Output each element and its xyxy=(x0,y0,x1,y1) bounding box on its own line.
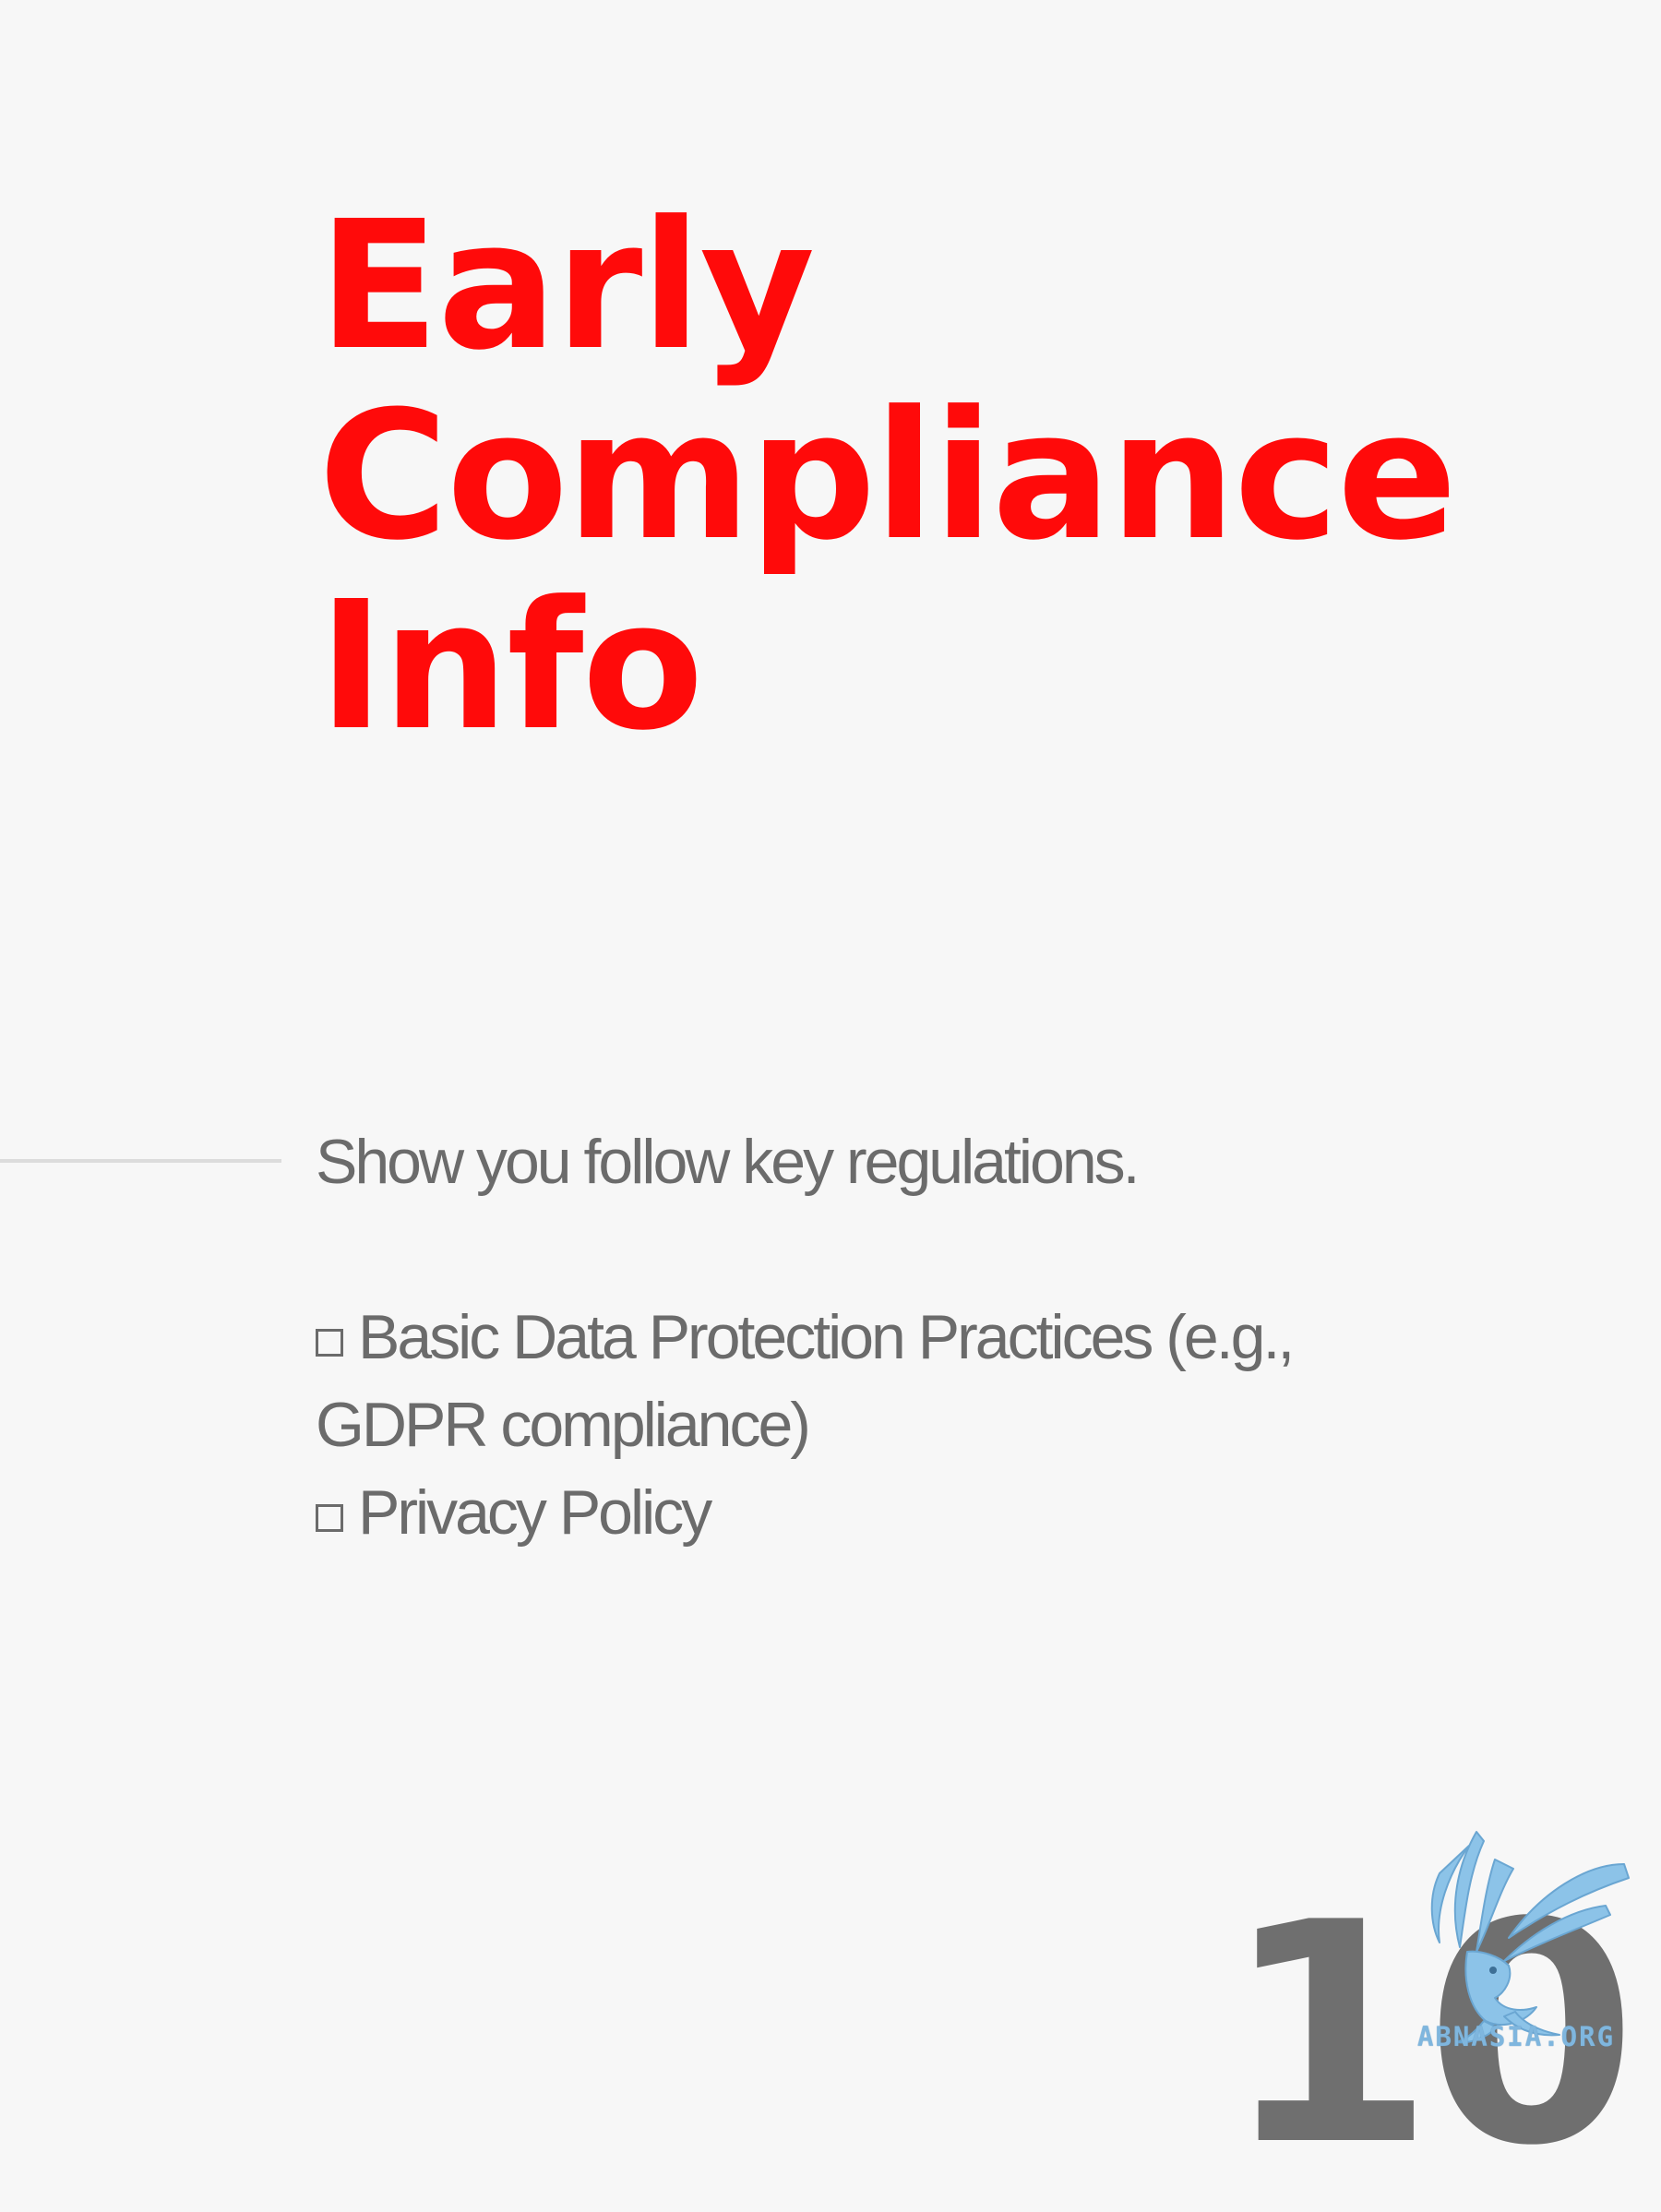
title-line-1: Early xyxy=(318,184,815,389)
title-line-2: Compliance xyxy=(318,374,1457,580)
body-text: Show you follow key regulations. Basic D… xyxy=(316,1118,1423,1557)
divider-line xyxy=(0,1159,281,1163)
checklist-item-label: Basic Data Protection Practices (e.g., G… xyxy=(316,1302,1295,1460)
page-title: Early Compliance Info xyxy=(318,184,1457,770)
checkbox-icon xyxy=(316,1504,343,1532)
checklist-item-label: Privacy Policy xyxy=(358,1477,712,1548)
intro-text: Show you follow key regulations. xyxy=(316,1127,1141,1197)
checklist-item: Basic Data Protection Practices (e.g., G… xyxy=(316,1294,1423,1469)
checklist-item: Privacy Policy xyxy=(316,1469,1423,1557)
title-line-3: Info xyxy=(318,564,704,770)
logo-wordmark: ABNASIA.ORG xyxy=(1417,2021,1616,2052)
checkbox-icon xyxy=(316,1329,343,1357)
